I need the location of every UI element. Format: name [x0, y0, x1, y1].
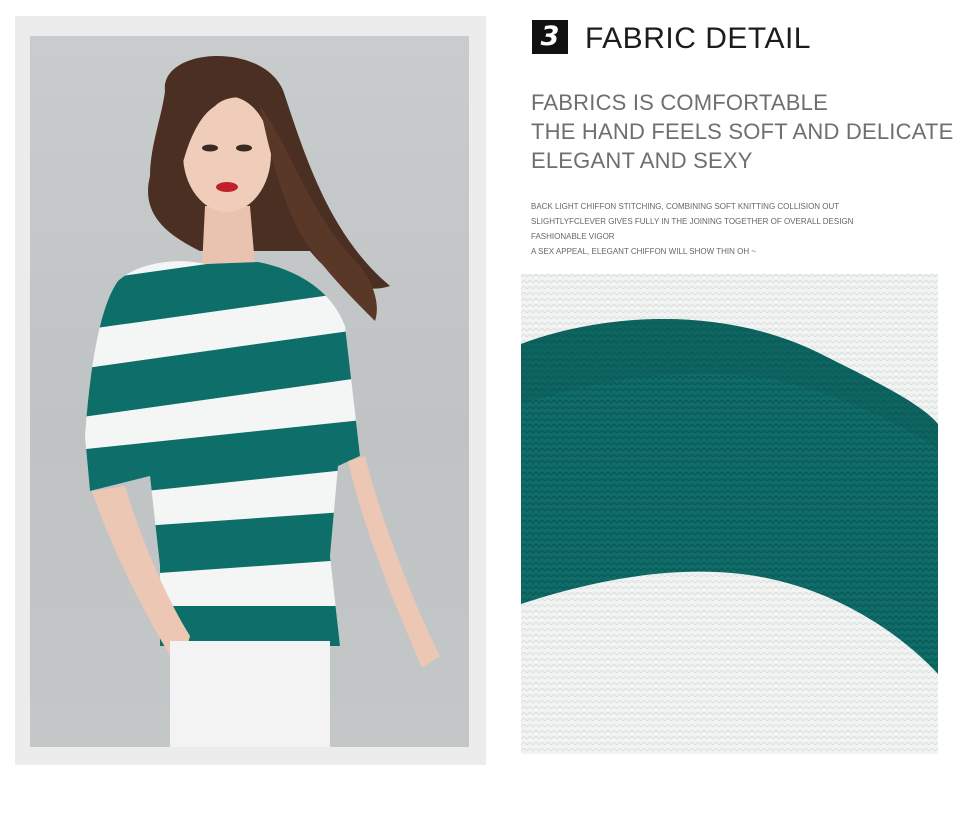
fabric-illustration: [521, 274, 938, 754]
step-number-badge: 3: [532, 20, 568, 54]
headline-line-3: ELEGANT AND SEXY: [531, 148, 753, 173]
model-illustration: [85, 56, 440, 747]
section-title: FABRIC DETAIL: [585, 22, 811, 55]
model-photo: [30, 36, 469, 747]
description-line-2: SLIGHTLYFCLEVER GIVES FULLY IN THE JOINI…: [531, 217, 854, 226]
description-line-1: BACK LIGHT CHIFFON STITCHING, COMBINING …: [531, 202, 840, 211]
description-line-3: FASHIONABLE VIGOR: [531, 232, 615, 241]
description-line-4: A SEX APPEAL, ELEGANT CHIFFON WILL SHOW …: [531, 247, 757, 256]
headline-line-1: FABRICS IS COMFORTABLE: [531, 90, 828, 115]
fabric-closeup-photo: [521, 274, 938, 754]
model-photo-frame: [15, 16, 486, 765]
headline-line-2: THE HAND FEELS SOFT AND DELICATE: [531, 119, 954, 144]
